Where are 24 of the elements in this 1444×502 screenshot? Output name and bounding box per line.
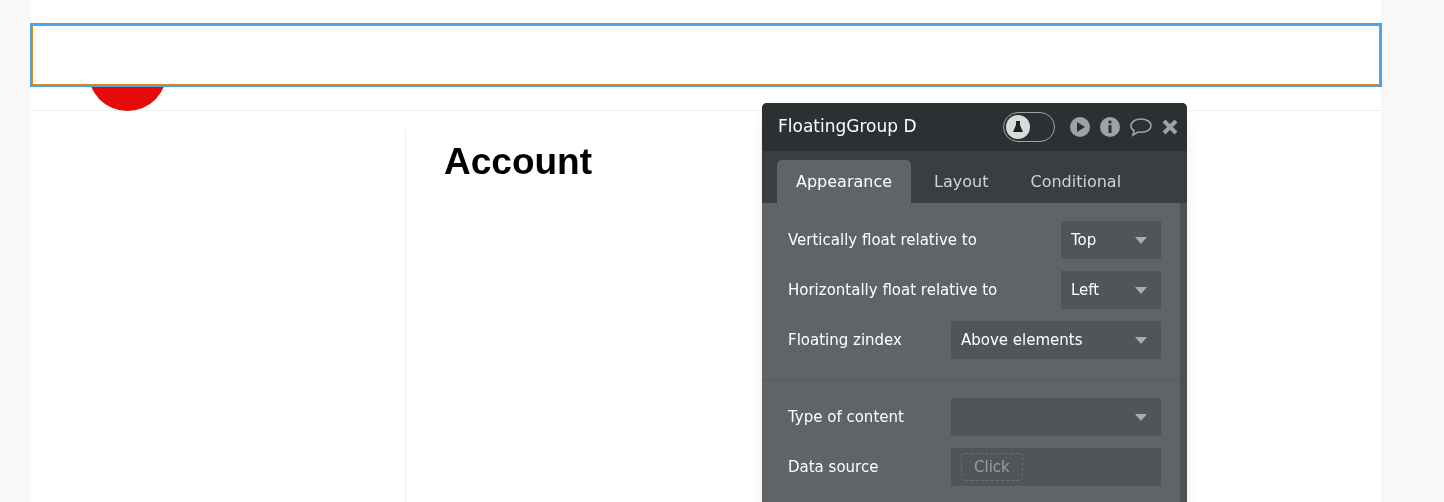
dropdown[interactable]: Above elements <box>951 321 1161 359</box>
caret-icon <box>1135 286 1147 294</box>
caret-icon <box>1135 413 1147 421</box>
field-label: Vertically float relative to <box>788 229 977 251</box>
info-icon[interactable] <box>1099 116 1121 138</box>
test-toggle[interactable] <box>1003 112 1055 142</box>
comment-icon[interactable] <box>1129 117 1153 137</box>
field-label: Type of content <box>788 406 904 428</box>
caret-icon <box>1135 236 1147 244</box>
close-icon[interactable] <box>1161 118 1179 136</box>
panel-tab[interactable]: Conditional <box>1011 160 1141 203</box>
field-label: Floating zindex <box>788 329 902 351</box>
caret-icon <box>1135 336 1147 344</box>
panel-title: FloatingGroup D <box>778 115 917 139</box>
dropdown[interactable]: Top <box>1061 221 1161 259</box>
play-icon[interactable] <box>1069 116 1091 138</box>
dropdown[interactable]: Left <box>1061 271 1161 309</box>
page-heading: Account <box>444 143 592 180</box>
flask-icon <box>1006 115 1030 139</box>
field-label: Horizontally float relative to <box>788 279 998 301</box>
selected-group-outline[interactable] <box>30 23 1382 87</box>
panel-tab[interactable]: Appearance <box>777 160 912 203</box>
field-label: Data source <box>788 456 879 478</box>
panel-tab[interactable]: Layout <box>915 160 1008 203</box>
